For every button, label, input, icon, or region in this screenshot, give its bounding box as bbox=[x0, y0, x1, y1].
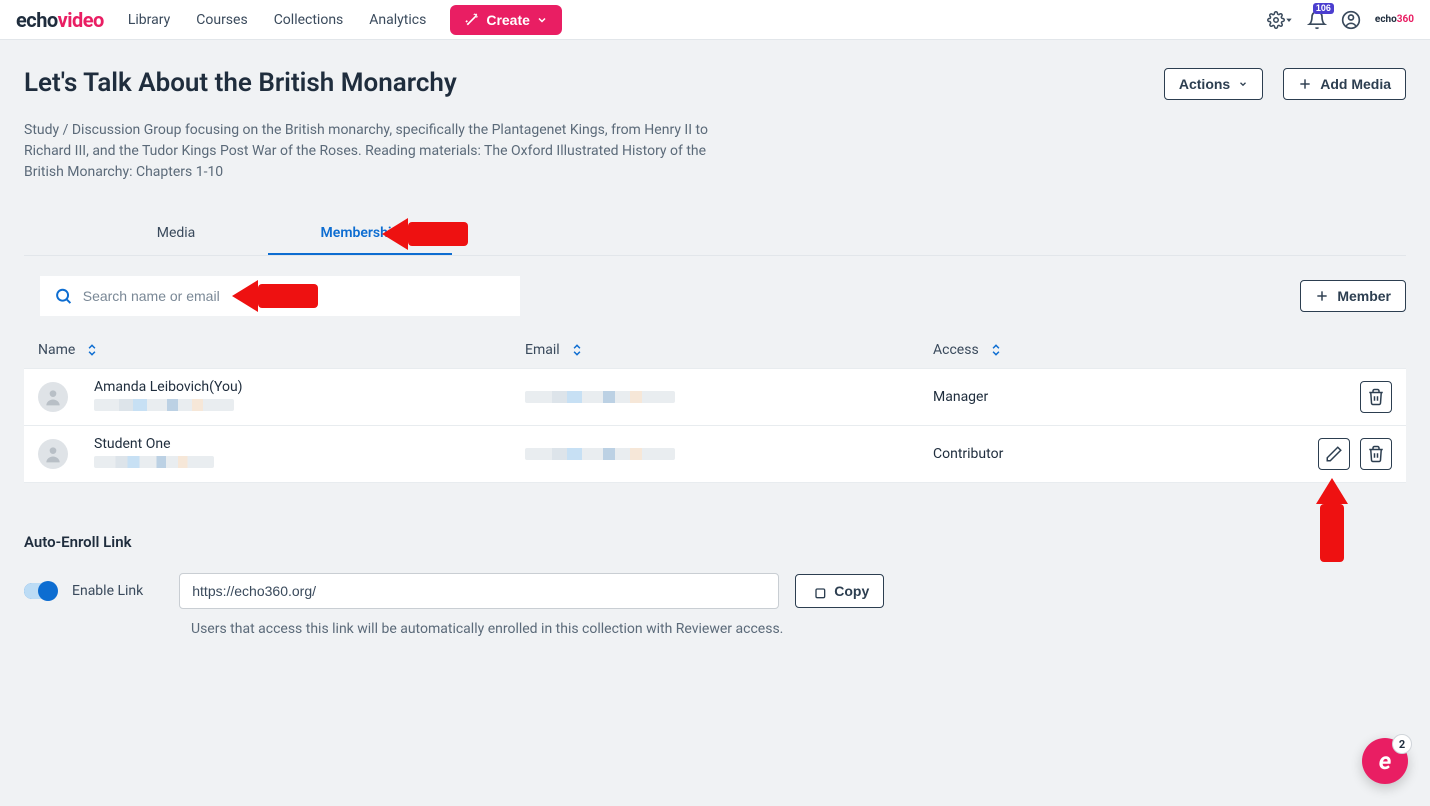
avatar bbox=[38, 382, 68, 412]
sort-icon bbox=[570, 343, 584, 357]
nav-courses[interactable]: Courses bbox=[196, 12, 247, 28]
nav-library[interactable]: Library bbox=[128, 12, 170, 28]
top-nav: echovideo Library Courses Collections An… bbox=[0, 0, 1430, 40]
fab-badge: 2 bbox=[1392, 734, 1412, 754]
member-search[interactable] bbox=[40, 276, 520, 316]
help-fab[interactable]: e 2 bbox=[1362, 738, 1408, 784]
search-icon bbox=[54, 286, 73, 306]
trash-icon bbox=[1367, 388, 1385, 406]
echo360-mini-logo[interactable]: echo360 bbox=[1375, 14, 1414, 25]
redacted-email bbox=[525, 391, 675, 403]
actions-label: Actions bbox=[1179, 76, 1230, 92]
access-level: Manager bbox=[933, 389, 988, 405]
add-member-label: Member bbox=[1337, 288, 1391, 304]
member-name: Student One bbox=[94, 436, 214, 452]
create-button[interactable]: Create bbox=[450, 5, 562, 35]
user-circle-icon bbox=[1341, 10, 1361, 30]
redacted-secondary bbox=[94, 456, 214, 468]
nav-collections[interactable]: Collections bbox=[274, 12, 344, 28]
collection-tabs: Media Membership bbox=[24, 213, 1406, 256]
sort-icon bbox=[85, 343, 99, 357]
add-member-button[interactable]: Member bbox=[1300, 280, 1406, 312]
user-icon bbox=[43, 387, 63, 407]
table-header: Name Email Access bbox=[24, 332, 1406, 368]
create-label: Create bbox=[486, 12, 530, 28]
notifications-button[interactable]: 106 bbox=[1307, 10, 1327, 30]
page-description: Study / Discussion Group focusing on the… bbox=[24, 120, 724, 183]
nav-analytics[interactable]: Analytics bbox=[369, 12, 426, 28]
settings-button[interactable] bbox=[1267, 11, 1293, 29]
actions-button[interactable]: Actions bbox=[1164, 68, 1263, 100]
notification-badge: 106 bbox=[1313, 3, 1334, 14]
enable-link-label: Enable Link bbox=[72, 583, 143, 599]
fab-e-icon: e bbox=[1379, 747, 1392, 775]
plus-icon bbox=[1315, 289, 1329, 303]
delete-member-button[interactable] bbox=[1360, 381, 1392, 413]
col-email-label: Email bbox=[525, 342, 560, 358]
add-media-button[interactable]: Add Media bbox=[1283, 68, 1406, 100]
edit-member-button[interactable] bbox=[1318, 438, 1350, 470]
col-access-label: Access bbox=[933, 342, 979, 358]
trash-icon bbox=[1367, 445, 1385, 463]
annotation-arrow bbox=[1316, 478, 1348, 562]
member-name: Amanda Leibovich(You) bbox=[94, 379, 243, 395]
gear-icon bbox=[1267, 11, 1285, 29]
access-level: Contributor bbox=[933, 446, 1003, 462]
copy-link-button[interactable]: Copy bbox=[795, 574, 884, 608]
magic-wand-icon bbox=[464, 12, 480, 28]
members-table: Name Email Access Amanda Leibovich(You) bbox=[24, 332, 1406, 483]
plus-icon bbox=[1298, 77, 1312, 91]
table-row: Student One Contributor bbox=[24, 426, 1406, 483]
copy-icon bbox=[810, 583, 826, 599]
col-name-label: Name bbox=[38, 342, 75, 358]
annotation-arrow bbox=[232, 280, 318, 312]
table-row: Amanda Leibovich(You) Manager bbox=[24, 368, 1406, 426]
avatar bbox=[38, 439, 68, 469]
page-title: Let's Talk About the British Monarchy bbox=[24, 68, 457, 98]
main-nav: Library Courses Collections Analytics bbox=[128, 12, 426, 28]
auto-enroll-heading: Auto-Enroll Link bbox=[24, 533, 1406, 551]
user-icon bbox=[43, 444, 63, 464]
column-email[interactable]: Email bbox=[525, 342, 933, 358]
enable-link-toggle[interactable] bbox=[24, 583, 56, 599]
profile-button[interactable] bbox=[1341, 10, 1361, 30]
add-media-label: Add Media bbox=[1320, 76, 1391, 92]
pencil-icon bbox=[1325, 445, 1343, 463]
caret-down-icon bbox=[1285, 16, 1293, 24]
column-access[interactable]: Access bbox=[933, 342, 1292, 358]
copy-label: Copy bbox=[834, 583, 869, 599]
brand-logo[interactable]: echovideo bbox=[16, 8, 104, 32]
delete-member-button[interactable] bbox=[1360, 438, 1392, 470]
tab-media[interactable]: Media bbox=[84, 213, 268, 255]
redacted-email bbox=[525, 448, 675, 460]
column-name[interactable]: Name bbox=[38, 342, 525, 358]
auto-enroll-note: Users that access this link will be auto… bbox=[191, 621, 1406, 637]
chevron-down-icon bbox=[536, 14, 548, 26]
chevron-down-icon bbox=[1238, 79, 1248, 89]
auto-enroll-url-input[interactable] bbox=[179, 573, 779, 609]
redacted-secondary bbox=[94, 399, 234, 411]
annotation-arrow bbox=[382, 218, 468, 250]
sort-icon bbox=[989, 343, 1003, 357]
